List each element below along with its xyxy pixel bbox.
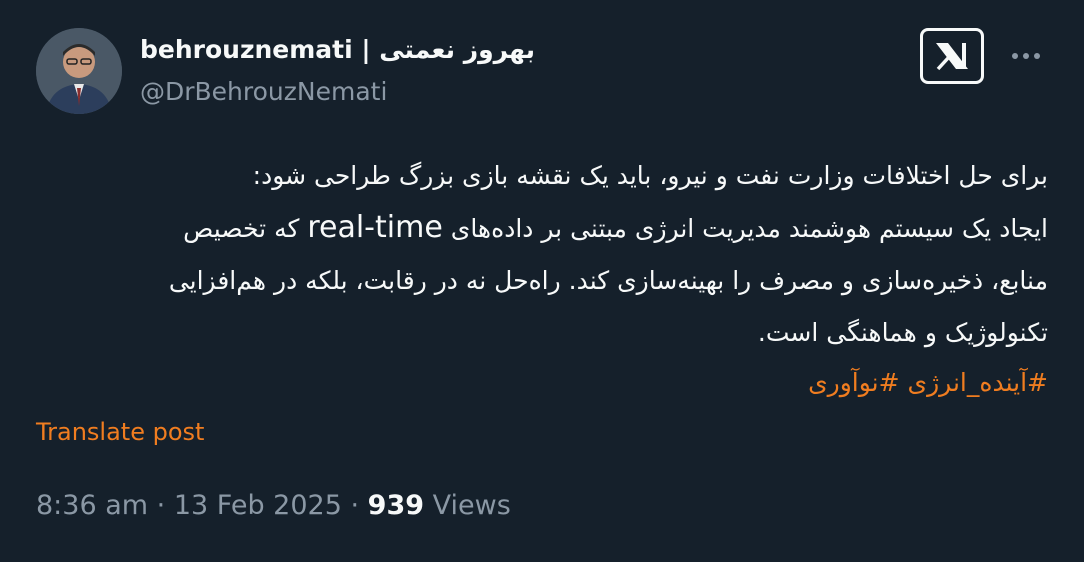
meta-separator: · (156, 490, 166, 521)
tweet-text-latin: real-time (307, 210, 443, 245)
tweet-text-segment: ایجاد یک سیستم هوشمند مدیریت انرژی مبتنی… (450, 214, 1048, 243)
hashtag-link[interactable]: #نوآوری (808, 368, 899, 397)
hashtag-link[interactable]: #آینده_انرژی (908, 368, 1048, 397)
hashtag-row: #آینده_انرژی #نوآوری (40, 358, 1048, 408)
author-block: behrouznemati | بهروز نعمتی @DrBehrouzNe… (140, 34, 535, 108)
tweet-line: برای حل اختلافات وزارت نفت و نیرو، باید … (252, 161, 1048, 190)
views-count[interactable]: 939 (368, 490, 424, 521)
tweet-card: behrouznemati | بهروز نعمتی @DrBehrouzNe… (0, 0, 1084, 562)
translate-post-link[interactable]: Translate post (36, 416, 204, 448)
x-logo-icon[interactable] (920, 28, 984, 84)
tweet-text-segment: که تخصیص (183, 214, 300, 243)
post-time[interactable]: 8:36 am (36, 490, 148, 521)
tweet-line: تکنولوژیک و هماهنگی است. (757, 318, 1048, 347)
avatar[interactable] (36, 28, 122, 114)
post-date[interactable]: 13 Feb 2025 (174, 490, 342, 521)
views-label[interactable]: Views (433, 490, 511, 521)
tweet-line: منابع، ذخیره‌سازی و مصرف را بهینه‌سازی ک… (168, 266, 1048, 295)
dot (1023, 53, 1029, 59)
tweet-line: ایجاد یک سیستم هوشمند مدیریت انرژی مبتنی… (40, 202, 1048, 255)
tweet-meta: 8:36 am · 13 Feb 2025 · 939 Views (36, 488, 511, 524)
more-options-icon[interactable] (1004, 44, 1048, 68)
dot (1012, 53, 1018, 59)
tweet-text: برای حل اختلافات وزارت نفت و نیرو، باید … (40, 150, 1048, 359)
dot (1034, 53, 1040, 59)
user-handle[interactable]: @DrBehrouzNemati (140, 76, 535, 108)
meta-separator: · (350, 490, 360, 521)
display-name[interactable]: behrouznemati | بهروز نعمتی (140, 34, 535, 66)
